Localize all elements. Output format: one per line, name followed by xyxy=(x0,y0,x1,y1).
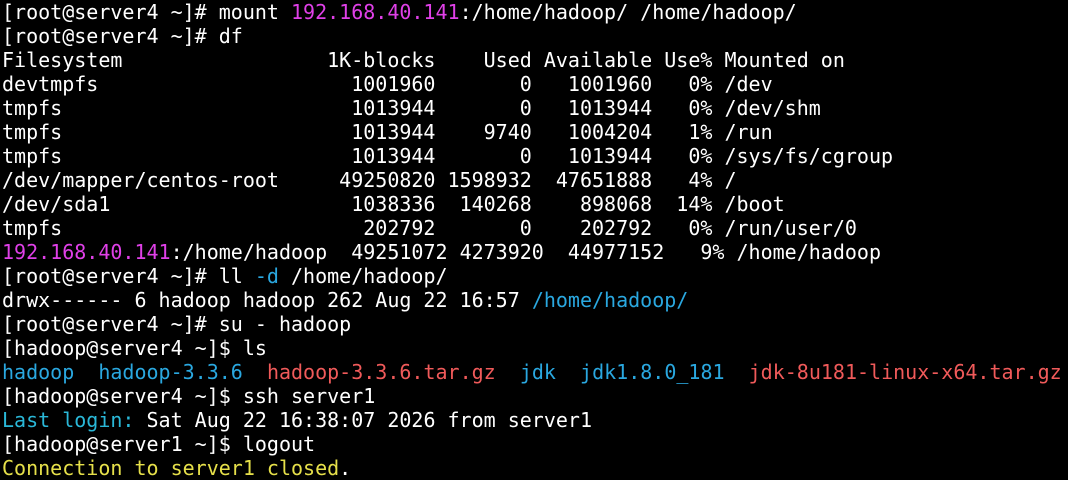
df-row: tmpfs 1013944 0 1013944 0% /dev/shm xyxy=(2,96,821,120)
ll-output: drwx------ 6 hadoop hadoop 262 Aug 22 16… xyxy=(2,288,1068,312)
ls-item-jdk: jdk xyxy=(519,360,556,384)
terminal-line-logout: [hadoop@server1 ~]$ logout xyxy=(2,432,316,456)
terminal-line-df: [root@server4 ~]# df xyxy=(2,24,243,48)
ls-item-hadoop: hadoop xyxy=(2,360,75,384)
terminal-line-su: [root@server4 ~]# su - hadoop xyxy=(2,312,352,336)
last-login-label: Last login: xyxy=(2,408,135,432)
ls-item-hadoop-3.3.6: hadoop-3.3.6 xyxy=(98,360,243,384)
df-row: /dev/mapper/centos-root 49250820 1598932… xyxy=(2,168,737,192)
df-row: devtmpfs 1001960 0 1001960 0% /dev xyxy=(2,72,773,96)
ll-directory: /home/hadoop/ xyxy=(531,288,689,312)
df-row: /dev/sda1 1038336 140268 898068 14% /boo… xyxy=(2,192,785,216)
df-header: Filesystem 1K-blocks Used Available Use%… xyxy=(2,48,845,72)
df-row: tmpfs 1013944 9740 1004204 1% /run xyxy=(2,120,773,144)
ls-item-hadoop-tar: hadoop-3.3.6.tar.gz xyxy=(266,360,496,384)
terminal-line-mount: [root@server4 ~]# mount 192.168.40.141:/… xyxy=(2,0,1068,24)
df-row: tmpfs 1013944 0 1013944 0% /sys/fs/cgrou… xyxy=(2,144,894,168)
terminal-line-ssh: [hadoop@server4 ~]$ ssh server1 xyxy=(2,384,376,408)
terminal-window[interactable]: [root@server4 ~]# mount 192.168.40.141:/… xyxy=(0,0,1068,480)
ip-address: 192.168.40.141 xyxy=(290,0,460,24)
terminal-line-ll: [root@server4 ~]# ll -d /home/hadoop/ xyxy=(2,264,1068,288)
connection-closed-line: Connection to server1 closed. xyxy=(2,456,1068,480)
connection-closed-text: Connection to server1 closed xyxy=(2,456,340,480)
ls-item-jdk-tar: jdk-8u181-linux-x64.tar.gz xyxy=(748,360,1062,384)
df-row-nfs: 192.168.40.141:/home/hadoop 49251072 427… xyxy=(2,240,1068,264)
df-row: tmpfs 202792 0 202792 0% /run/user/0 xyxy=(2,216,857,240)
mount-args: :/home/hadoop/ /home/hadoop/ xyxy=(459,0,797,24)
ls-item-jdk18: jdk1.8.0_181 xyxy=(580,360,725,384)
last-login-info: Sat Aug 22 16:38:07 2026 from server1 xyxy=(134,408,593,432)
nfs-row-rest: :/home/hadoop 49251072 4273920 44977152 … xyxy=(170,240,881,264)
terminal-line-ls: [hadoop@server4 ~]$ ls xyxy=(2,336,267,360)
ll-permissions: drwx------ 6 hadoop hadoop 262 Aug 22 16… xyxy=(2,288,532,312)
ll-args: /home/hadoop/ xyxy=(278,264,448,288)
connection-closed-dot: . xyxy=(339,456,352,480)
nfs-ip-address: 192.168.40.141 xyxy=(2,240,171,264)
last-login-line: Last login: Sat Aug 22 16:38:07 2026 fro… xyxy=(2,408,1068,432)
ll-flag: -d xyxy=(254,264,279,288)
ls-output: hadoop hadoop-3.3.6 hadoop-3.3.6.tar.gz … xyxy=(2,360,1068,384)
prompt-ll: [root@server4 ~]# ll xyxy=(2,264,255,288)
prompt-mount: [root@server4 ~]# mount xyxy=(2,0,291,24)
